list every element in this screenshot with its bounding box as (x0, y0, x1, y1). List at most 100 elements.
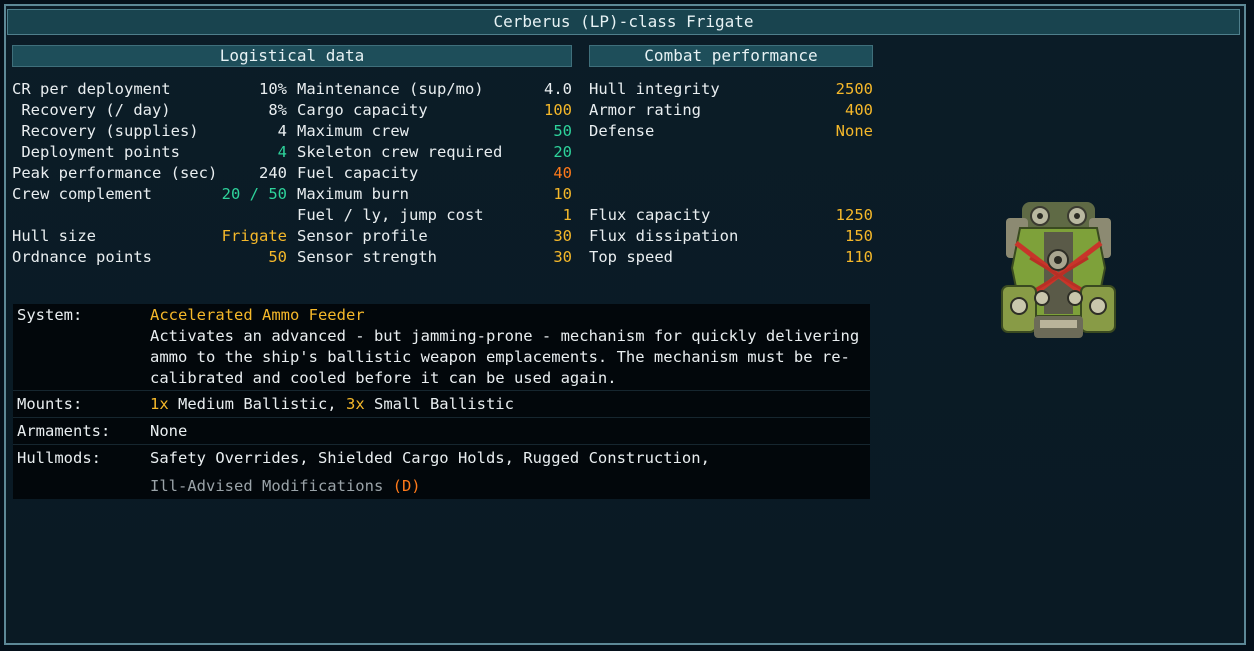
stat-maximum-crew: Maximum crew 50 (297, 121, 572, 142)
stat-label: Maintenance (sup/mo) (297, 80, 484, 98)
mount-count: 3x (345, 395, 365, 413)
hullmods-content: Safety Overrides, Shielded Cargo Holds, … (150, 448, 860, 497)
stat-value: 150 (845, 227, 873, 245)
armaments-label: Armaments: (17, 422, 111, 440)
stat-recovery-supplies: Recovery (supplies) 4 (12, 121, 287, 142)
stat-label: Hull size (12, 227, 96, 245)
stat-label: Fuel capacity (297, 164, 419, 182)
stat-value: 110 (845, 248, 873, 266)
frigate-sprite-icon[interactable] (1000, 198, 1117, 345)
stat-flux-dissipation: Flux dissipation 150 (589, 226, 873, 247)
ship-details-box: System: Accelerated Ammo Feeder Activate… (13, 304, 870, 499)
stat-label: Defense (589, 122, 655, 140)
system-desc-line: ammo to the ship's ballistic weapon empl… (150, 348, 850, 366)
stat-crew-complement: Crew complement 20 / 50 (12, 184, 287, 205)
stat-cargo-capacity: Cargo capacity 100 (297, 100, 572, 121)
hullmods-label: Hullmods: (17, 449, 101, 467)
stat-value: 400 (845, 101, 873, 119)
crew-min-value: 20 (221, 185, 241, 203)
stat-value: 4 (277, 122, 287, 140)
stat-value: 1 (562, 206, 572, 224)
stat-peak-performance: Peak performance (sec) 240 (12, 163, 287, 184)
stat-label: Top speed (589, 248, 673, 266)
hullmods-row: Hullmods: Safety Overrides, Shielded Car… (13, 445, 870, 499)
stat-hull-size: Hull size Frigate (12, 226, 287, 247)
crew-max-value: 50 (268, 185, 287, 203)
stat-value: 20 / 50 (222, 184, 287, 205)
system-desc-line: calibrated and cooled before it can be u… (150, 369, 617, 387)
stat-sensor-profile: Sensor profile 30 (297, 226, 572, 247)
stat-label: Fuel / ly, jump cost (297, 206, 484, 224)
stat-defense: Defense None (589, 121, 873, 142)
dmod-name[interactable]: Ill-Advised Modifications (150, 477, 383, 495)
stat-label: Skeleton crew required (297, 143, 503, 161)
stat-label: Flux dissipation (589, 227, 739, 245)
stat-label: Deployment points (12, 143, 180, 161)
stat-label: Ordnance points (12, 248, 152, 266)
stat-value: 2500 (835, 80, 873, 98)
logistical-header: Logistical data (12, 45, 572, 67)
hullmod-dmod-line[interactable]: Ill-Advised Modifications (D) (150, 476, 860, 497)
stat-recovery-day: Recovery (/ day) 8% (12, 100, 287, 121)
stat-flux-capacity: Flux capacity 1250 (589, 205, 873, 226)
stat-label: Peak performance (sec) (12, 164, 218, 182)
stat-value: 100 (544, 101, 572, 119)
stat-label: Cargo capacity (297, 101, 428, 119)
stat-maintenance: Maintenance (sup/mo) 4.0 (297, 79, 572, 100)
stat-value: 1250 (835, 206, 873, 224)
system-row: System: Accelerated Ammo Feeder Activate… (13, 304, 870, 391)
armaments-row: Armaments: None (13, 418, 870, 445)
dmod-badge: (D) (392, 477, 421, 495)
stat-value: Frigate (221, 227, 287, 245)
stat-label: Hull integrity (589, 80, 720, 98)
ship-title: Cerberus (LP)-class Frigate (7, 9, 1240, 35)
stat-sensor-strength: Sensor strength 30 (297, 247, 572, 268)
system-label: System: (17, 306, 83, 324)
system-name: Accelerated Ammo Feeder (150, 306, 365, 324)
mount-type: Medium Ballistic, (168, 395, 346, 413)
mounts-row: Mounts: 1x Medium Ballistic, 3x Small Ba… (13, 391, 870, 418)
stat-value: 4.0 (544, 80, 572, 98)
stat-fuel-capacity: Fuel capacity 40 (297, 163, 572, 184)
mount-type: Small Ballistic (364, 395, 514, 413)
stat-value: None (835, 122, 873, 140)
stat-label: Recovery (supplies) (12, 122, 199, 140)
stat-value: 8% (268, 101, 287, 119)
crew-separator: / (240, 185, 269, 203)
mounts-label: Mounts: (17, 395, 83, 413)
hullmod-list[interactable]: Safety Overrides, Shielded Cargo Holds, … (150, 448, 860, 469)
stat-label: Recovery (/ day) (12, 101, 171, 119)
stat-value: 10% (259, 80, 287, 98)
stat-value: 240 (259, 164, 287, 182)
stat-value: 30 (553, 248, 572, 266)
stat-label: CR per deployment (12, 80, 171, 98)
stat-value: 4 (277, 143, 287, 161)
mount-count: 1x (150, 395, 169, 413)
stat-deployment-points: Deployment points 4 (12, 142, 287, 163)
stat-value: 20 (553, 143, 572, 161)
stat-skeleton-crew: Skeleton crew required 20 (297, 142, 572, 163)
stat-label: Maximum crew (297, 122, 409, 140)
stat-cr-per-deployment: CR per deployment 10% (12, 79, 287, 100)
stat-label: Armor rating (589, 101, 701, 119)
stat-ordnance-points: Ordnance points 50 (12, 247, 287, 268)
stat-label: Sensor strength (297, 248, 437, 266)
stat-value: 50 (268, 248, 287, 266)
combat-header: Combat performance (589, 45, 873, 67)
system-content: Accelerated Ammo Feeder Activates an adv… (150, 305, 860, 389)
stat-value: 10 (553, 185, 572, 203)
stat-label: Sensor profile (297, 227, 428, 245)
stat-armor-rating: Armor rating 400 (589, 100, 873, 121)
stat-value: 50 (553, 122, 572, 140)
stat-label: Maximum burn (297, 185, 409, 203)
stat-top-speed: Top speed 110 (589, 247, 873, 268)
stat-maximum-burn: Maximum burn 10 (297, 184, 572, 205)
stat-label: Flux capacity (589, 206, 711, 224)
mounts-content: 1x Medium Ballistic, 3x Small Ballistic (150, 394, 860, 415)
stat-fuel-per-ly: Fuel / ly, jump cost 1 (297, 205, 572, 226)
stat-value: 30 (553, 227, 572, 245)
stat-label: Crew complement (12, 185, 152, 203)
stat-value: 40 (553, 164, 572, 182)
stat-hull-integrity: Hull integrity 2500 (589, 79, 873, 100)
system-desc-line: Activates an advanced - but jamming-pron… (150, 327, 860, 345)
